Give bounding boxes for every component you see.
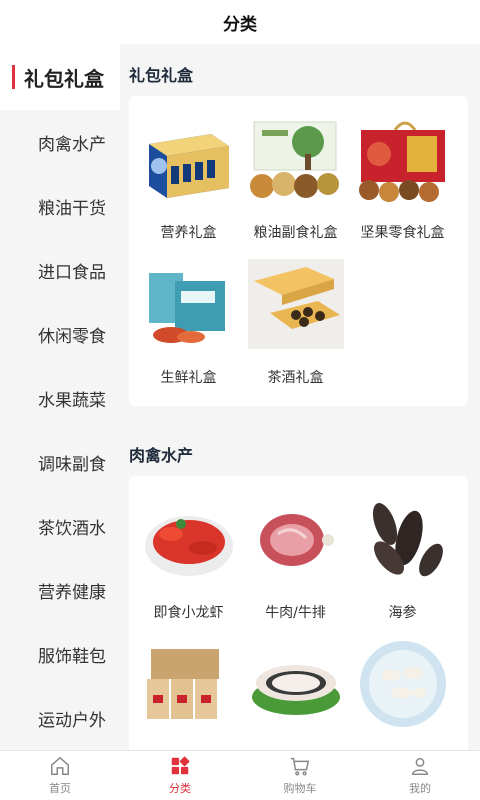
sidebar-item-label: 茶饮酒水: [38, 518, 106, 539]
gift-box-card: 营养礼盒 粮油副食礼盒 坚果零食礼盒 生鲜礼盒 茶酒礼盒: [129, 96, 468, 406]
user-icon: [411, 757, 429, 775]
category-tile[interactable]: 海参: [351, 494, 454, 639]
sidebar-item-outdoor[interactable]: 运动户外: [0, 686, 120, 750]
beef-image: [248, 494, 344, 584]
crayfish-image: [141, 494, 237, 584]
nutrition-gift-box-image: [141, 114, 237, 204]
sidebar-item-label: 休闲零食: [38, 326, 106, 347]
bottom-tab-bar: 首页 分类 购物车 我的: [0, 750, 480, 800]
sidebar-item-tea-drinks[interactable]: 茶饮酒水: [0, 494, 120, 558]
tab-label: 首页: [49, 782, 71, 795]
sidebar-item-label: 运动户外: [38, 710, 106, 731]
category-tile[interactable]: 生鲜礼盒: [137, 259, 240, 404]
category-tile-label: 即食小龙虾: [153, 605, 224, 621]
category-tile[interactable]: 即食小龙虾: [137, 494, 240, 639]
category-tile[interactable]: [137, 639, 240, 750]
sea-cucumber-image: [355, 494, 451, 584]
sidebar-item-label: 营养健康: [38, 582, 106, 603]
category-tile[interactable]: 牛肉/牛排: [244, 494, 347, 639]
section-title: 礼包礼盒: [129, 66, 194, 85]
tab-label: 我的: [409, 782, 431, 795]
category-tile-label: 营养礼盒: [160, 225, 217, 241]
sidebar-item-meat-seafood[interactable]: 肉禽水产: [0, 110, 120, 174]
category-content: 礼包礼盒 营养礼盒 粮油副食礼盒 坚果零食礼盒 生鲜礼盒 茶酒礼盒 肉禽水产 即…: [121, 44, 480, 750]
tab-profile[interactable]: 我的: [360, 751, 480, 800]
sidebar-item-label: 进口食品: [38, 262, 106, 283]
category-icon: [171, 756, 190, 775]
tab-label: 分类: [169, 782, 191, 795]
page-title: 分类: [223, 14, 257, 35]
sidebar-item-nutrition[interactable]: 营养健康: [0, 558, 120, 622]
nut-snack-gift-box-image: [355, 114, 451, 204]
category-tile-label: 牛肉/牛排: [265, 605, 326, 621]
meat-seafood-card: 即食小龙虾 牛肉/牛排 海参: [129, 476, 468, 750]
sidebar-item-label: 礼包礼盒: [24, 66, 104, 91]
category-tile-label: 茶酒礼盒: [267, 370, 324, 386]
sidebar-item-grain-oil[interactable]: 粮油干货: [0, 174, 120, 238]
category-tile-label: 海参: [388, 605, 417, 621]
sidebar-item-label: 服饰鞋包: [38, 646, 106, 667]
sidebar-item-label: 肉禽水产: [38, 134, 106, 155]
sliced-fish-image: [248, 639, 344, 729]
top-bar: 分类: [0, 0, 480, 44]
sidebar-item-snacks[interactable]: 休闲零食: [0, 302, 120, 366]
sidebar-item-apparel[interactable]: 服饰鞋包: [0, 622, 120, 686]
category-tile-label: 坚果零食礼盒: [360, 225, 445, 241]
tab-category[interactable]: 分类: [120, 751, 240, 800]
tea-wine-gift-box-image: [247, 259, 344, 349]
sidebar-item-label: 粮油干货: [38, 198, 106, 219]
sidebar-item-seasoning[interactable]: 调味副食: [0, 430, 120, 494]
category-tile-label: 粮油副食礼盒: [253, 225, 338, 241]
category-tile[interactable]: [244, 639, 347, 750]
sidebar-item-label: 调味副食: [38, 454, 106, 475]
tab-label: 购物车: [283, 782, 317, 795]
section-title: 肉禽水产: [129, 446, 194, 465]
boxed-poultry-image: [141, 639, 237, 729]
category-tile[interactable]: 茶酒礼盒: [244, 259, 347, 404]
cart-icon: [290, 757, 310, 776]
grain-oil-gift-box-image: [248, 114, 344, 204]
seafood-platter-image: [355, 639, 451, 729]
sidebar-item-imported-food[interactable]: 进口食品: [0, 238, 120, 302]
category-tile-label: 生鲜礼盒: [160, 370, 217, 386]
sidebar-item-label: 水果蔬菜: [38, 390, 106, 411]
fresh-food-gift-box-image: [141, 259, 237, 349]
category-tile[interactable]: 坚果零食礼盒: [351, 114, 454, 259]
tab-home[interactable]: 首页: [0, 751, 120, 800]
category-tile[interactable]: 粮油副食礼盒: [244, 114, 347, 259]
tab-cart[interactable]: 购物车: [240, 751, 360, 800]
sidebar-item-gift-box[interactable]: 礼包礼盒: [0, 44, 120, 110]
category-tile[interactable]: 营养礼盒: [137, 114, 240, 259]
category-tile[interactable]: [351, 639, 454, 750]
sidebar-item-fruit-veg[interactable]: 水果蔬菜: [0, 366, 120, 430]
home-icon: [51, 756, 69, 775]
category-sidebar: 礼包礼盒 肉禽水产 粮油干货 进口食品 休闲零食 水果蔬菜 调味副食 茶饮酒水 …: [0, 44, 120, 750]
